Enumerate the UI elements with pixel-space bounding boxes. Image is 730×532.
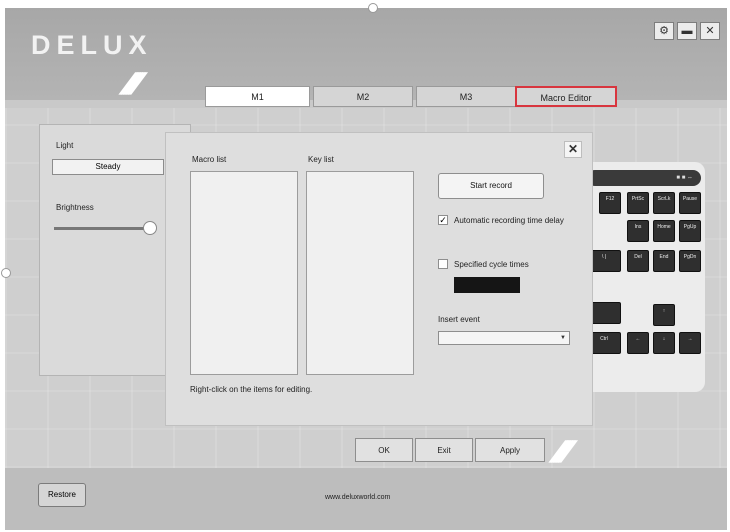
insert-event-label: Insert event [438,315,480,324]
key-list[interactable] [306,171,414,375]
resize-handle-top[interactable] [368,3,378,13]
ok-button[interactable]: OK [355,438,413,462]
app-window: DELUX ⚙ ▬ ✕ ///// M1 M2 M3 Macro Editor … [5,8,727,530]
brightness-label: Brightness [56,203,94,212]
key-arrow-left[interactable]: ← [627,332,649,354]
minimize-icon[interactable]: ▬ [677,22,697,40]
key-end[interactable]: End [653,250,675,272]
key-del[interactable]: Del [627,250,649,272]
key-pause[interactable]: Pause [679,192,701,214]
auto-delay-label: Automatic recording time delay [454,216,564,225]
macro-list[interactable] [190,171,298,375]
key-prtsc[interactable]: PrtSc [627,192,649,214]
key-pgdn[interactable]: PgDn [679,250,701,272]
tab-m3[interactable]: M3 [416,86,516,107]
keyboard-preview: ■ ■ ⇔ F12 PrtSc ScrLk Pause Ins Home PgU… [583,162,705,392]
key-list-label: Key list [308,155,334,164]
exit-button[interactable]: Exit [415,438,473,462]
chevron-down-icon: ▼ [560,335,566,341]
key-arrow-right[interactable]: → [679,332,701,354]
cycle-times-checkbox[interactable] [438,259,448,269]
macro-list-label: Macro list [192,155,227,164]
auto-delay-checkbox[interactable]: ✓ [438,215,448,225]
key-pgup[interactable]: PgUp [679,220,701,242]
light-mode-select[interactable]: Steady [52,159,164,175]
decorative-stripes-icon: ///// [117,68,141,101]
brightness-slider-thumb[interactable] [143,221,157,235]
tab-m2[interactable]: M2 [313,86,413,107]
restore-button[interactable]: Restore [38,483,86,507]
keyboard-indicator-bar: ■ ■ ⇔ [587,170,701,186]
close-icon[interactable]: ✕ [564,141,582,158]
tab-m1[interactable]: M1 [205,86,310,107]
key-home[interactable]: Home [653,220,675,242]
macro-editor-dialog: ✕ Macro list Key list Right-click on the… [165,132,593,426]
key-scrlk[interactable]: ScrLk [653,192,675,214]
insert-event-select[interactable]: ▼ [438,331,570,345]
key-arrow-down[interactable]: ↓ [653,332,675,354]
website-link[interactable]: www.deluxworld.com [325,494,390,501]
brightness-slider-track[interactable] [54,227,154,230]
apply-button[interactable]: Apply [475,438,545,462]
key-arrow-up[interactable]: ↑ [653,304,675,326]
brand-logo: DELUX [31,30,153,60]
light-label: Light [56,141,74,150]
resize-handle-left[interactable] [1,268,11,278]
gear-icon[interactable]: ⚙ [654,22,674,40]
start-record-button[interactable]: Start record [438,173,544,199]
edit-hint: Right-click on the items for editing. [190,385,313,394]
cycle-times-input[interactable] [454,277,520,293]
tab-macro-editor[interactable]: Macro Editor [515,86,617,107]
cycle-times-label: Specified cycle times [454,260,529,269]
close-icon[interactable]: ✕ [700,22,720,40]
key-ins[interactable]: Ins [627,220,649,242]
key-f12[interactable]: F12 [599,192,621,214]
